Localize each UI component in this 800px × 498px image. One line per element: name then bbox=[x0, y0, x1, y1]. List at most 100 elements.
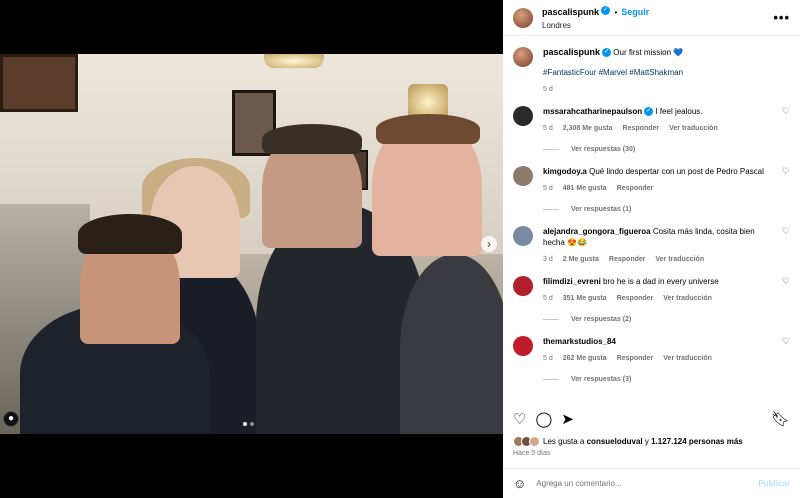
comment-body: filimdizi_evreni bro he is a dad in ever… bbox=[543, 276, 778, 325]
caption-text: Our first mission 💙 bbox=[613, 48, 684, 57]
carousel-dots bbox=[243, 422, 254, 426]
commenter-username[interactable]: alejandra_gongora_figueroa bbox=[543, 227, 651, 236]
comment-text: bro he is a dad in every universe bbox=[603, 277, 719, 286]
carousel-dot bbox=[250, 422, 254, 426]
comment-item: kimgodoy.a Qué lindo despertar con un po… bbox=[513, 166, 790, 215]
caption: pascalispunk ✓ Our first mission 💙 #Fanta… bbox=[513, 47, 790, 95]
more-options-button[interactable]: ••• bbox=[773, 10, 790, 25]
photo-painting-left bbox=[0, 54, 78, 112]
view-replies-button[interactable]: Ver respuestas (30) bbox=[543, 144, 778, 155]
view-replies-button[interactable]: Ver respuestas (1) bbox=[543, 204, 778, 215]
heart-icon[interactable]: ♡ bbox=[513, 410, 526, 428]
comment-likes[interactable]: 481 Me gusta bbox=[563, 183, 607, 194]
comments-feed[interactable]: pascalispunk ✓ Our first mission 💙 #Fanta… bbox=[503, 37, 800, 403]
comment-like-heart-icon[interactable]: ♡ bbox=[782, 106, 790, 155]
liker-avatars bbox=[513, 436, 540, 447]
commenter-avatar[interactable] bbox=[513, 166, 533, 186]
comment-meta: 5 d 262 Me gusta Responder Ver traducción bbox=[543, 353, 778, 364]
post-photo[interactable] bbox=[0, 54, 503, 434]
author-username[interactable]: pascalispunk bbox=[542, 7, 599, 17]
translate-button[interactable]: Ver traducción bbox=[655, 254, 704, 265]
comment-item: themarkstudios_84 5 d 262 Me gusta Respond… bbox=[513, 336, 790, 385]
likes-others[interactable]: 1.127.124 personas más bbox=[651, 437, 743, 446]
liker-avatar bbox=[529, 436, 540, 447]
comment-like-heart-icon[interactable]: ♡ bbox=[782, 276, 790, 325]
author-avatar[interactable] bbox=[513, 7, 533, 28]
post-time: Hace 5 días bbox=[513, 450, 551, 457]
comment-item: alejandra_gongora_figueroa Cosita más li… bbox=[513, 226, 790, 265]
commenter-avatar[interactable] bbox=[513, 106, 533, 126]
reply-button[interactable]: Responder bbox=[609, 254, 646, 265]
commenter-username[interactable]: themarkstudios_84 bbox=[543, 337, 616, 346]
comment-meta: 3 d 2 Me gusta Responder Ver traducción bbox=[543, 254, 778, 265]
commenter-avatar[interactable] bbox=[513, 336, 533, 356]
comment-like-heart-icon[interactable]: ♡ bbox=[782, 336, 790, 385]
reply-button[interactable]: Responder bbox=[623, 123, 660, 134]
caption-hashtags[interactable]: #FantasticFour #Marvel #MattShakman bbox=[543, 67, 790, 78]
post-header: pascalispunk ✓ • Seguir Londres ••• bbox=[503, 0, 800, 36]
commenter-avatar[interactable] bbox=[513, 226, 533, 246]
post-location[interactable]: Londres bbox=[542, 19, 649, 32]
person-icon: ● bbox=[7, 413, 15, 424]
comment-age: 5 d bbox=[543, 355, 553, 362]
translate-button[interactable]: Ver traducción bbox=[663, 293, 712, 304]
comment-likes[interactable]: 351 Me gusta bbox=[563, 293, 607, 304]
comment-like-heart-icon[interactable]: ♡ bbox=[782, 166, 790, 215]
carousel-dot bbox=[243, 422, 247, 426]
author-avatar[interactable] bbox=[513, 47, 533, 67]
comment-item: mssarahcatharinepaulson ✓ I feel jealous.… bbox=[513, 106, 790, 155]
liked-by-user[interactable]: consueloduval bbox=[587, 437, 643, 446]
comment-likes[interactable]: 2,308 Me gusta bbox=[563, 123, 613, 134]
tagged-users-button[interactable]: ● bbox=[3, 411, 19, 427]
commenter-username[interactable]: kimgodoy.a bbox=[543, 167, 587, 176]
publish-button[interactable]: Publicar bbox=[758, 479, 790, 488]
comment-like-heart-icon[interactable]: ♡ bbox=[782, 226, 790, 265]
comment-icon[interactable]: ◯ bbox=[535, 410, 552, 428]
reply-button[interactable]: Responder bbox=[617, 353, 654, 364]
comment-likes[interactable]: 262 Me gusta bbox=[563, 353, 607, 364]
likes-and: y bbox=[644, 437, 649, 446]
comment-meta: 5 d 351 Me gusta Responder Ver traducción bbox=[543, 293, 778, 304]
author-info: pascalispunk ✓ • Seguir Londres bbox=[542, 4, 649, 32]
commenter-username[interactable]: mssarahcatharinepaulson bbox=[543, 107, 642, 116]
comment-input[interactable] bbox=[536, 479, 759, 488]
verified-badge-icon: ✓ bbox=[601, 5, 611, 15]
comment-age: 5 d bbox=[543, 295, 553, 302]
follow-button[interactable]: Seguir bbox=[621, 7, 649, 17]
comment-age: 3 d bbox=[543, 256, 553, 263]
chevron-right-icon: › bbox=[487, 237, 491, 251]
comment-likes[interactable]: 2 Me gusta bbox=[563, 254, 599, 265]
likes-prefix: Les gusta a bbox=[543, 437, 585, 446]
view-replies-button[interactable]: Ver respuestas (3) bbox=[543, 374, 778, 385]
emoji-icon[interactable]: ☺ bbox=[513, 476, 526, 491]
caption-username[interactable]: pascalispunk bbox=[543, 47, 600, 57]
comment-body: kimgodoy.a Qué lindo despertar con un po… bbox=[543, 166, 778, 215]
photo-person-3-hair bbox=[262, 124, 362, 154]
bookmark-icon[interactable]: 🔖︎ bbox=[771, 410, 790, 428]
reply-button[interactable]: Responder bbox=[617, 293, 654, 304]
comment-meta: 5 d 481 Me gusta Responder bbox=[543, 183, 778, 194]
likes-summary: Les gusta a consueloduval y 1.127.124 pe… bbox=[513, 436, 792, 447]
carousel-next-button[interactable]: › bbox=[481, 236, 497, 252]
comment-item: filimdizi_evreni bro he is a dad in ever… bbox=[513, 276, 790, 325]
comment-body: alejandra_gongora_figueroa Cosita más li… bbox=[543, 226, 778, 265]
comment-composer: ☺ Publicar bbox=[503, 468, 800, 498]
comment-age: 5 d bbox=[543, 125, 553, 132]
caption-body: pascalispunk ✓ Our first mission 💙 #Fanta… bbox=[543, 47, 790, 95]
action-bar: ♡ ◯ ➤ 🔖︎ bbox=[513, 408, 790, 430]
verified-badge-icon: ✓ bbox=[602, 48, 612, 58]
share-icon[interactable]: ➤ bbox=[561, 410, 574, 428]
reply-button[interactable]: Responder bbox=[617, 183, 654, 194]
translate-button[interactable]: Ver traducción bbox=[669, 123, 718, 134]
commenter-avatar[interactable] bbox=[513, 276, 533, 296]
comment-age: 5 d bbox=[543, 185, 553, 192]
view-replies-button[interactable]: Ver respuestas (2) bbox=[543, 314, 778, 325]
media-pane: › ● bbox=[0, 0, 503, 498]
comment-body: mssarahcatharinepaulson ✓ I feel jealous.… bbox=[543, 106, 778, 155]
post-viewer: › ● pascalispunk✓ •Seguir Londres ••• bbox=[0, 0, 800, 498]
comment-meta: 5 d 2,308 Me gusta Responder Ver traducción bbox=[543, 123, 778, 134]
verified-badge-icon: ✓ bbox=[644, 107, 654, 117]
commenter-username[interactable]: filimdizi_evreni bbox=[543, 277, 601, 286]
translate-button[interactable]: Ver traducción bbox=[663, 353, 712, 364]
photo-person-4-hair bbox=[376, 114, 480, 144]
